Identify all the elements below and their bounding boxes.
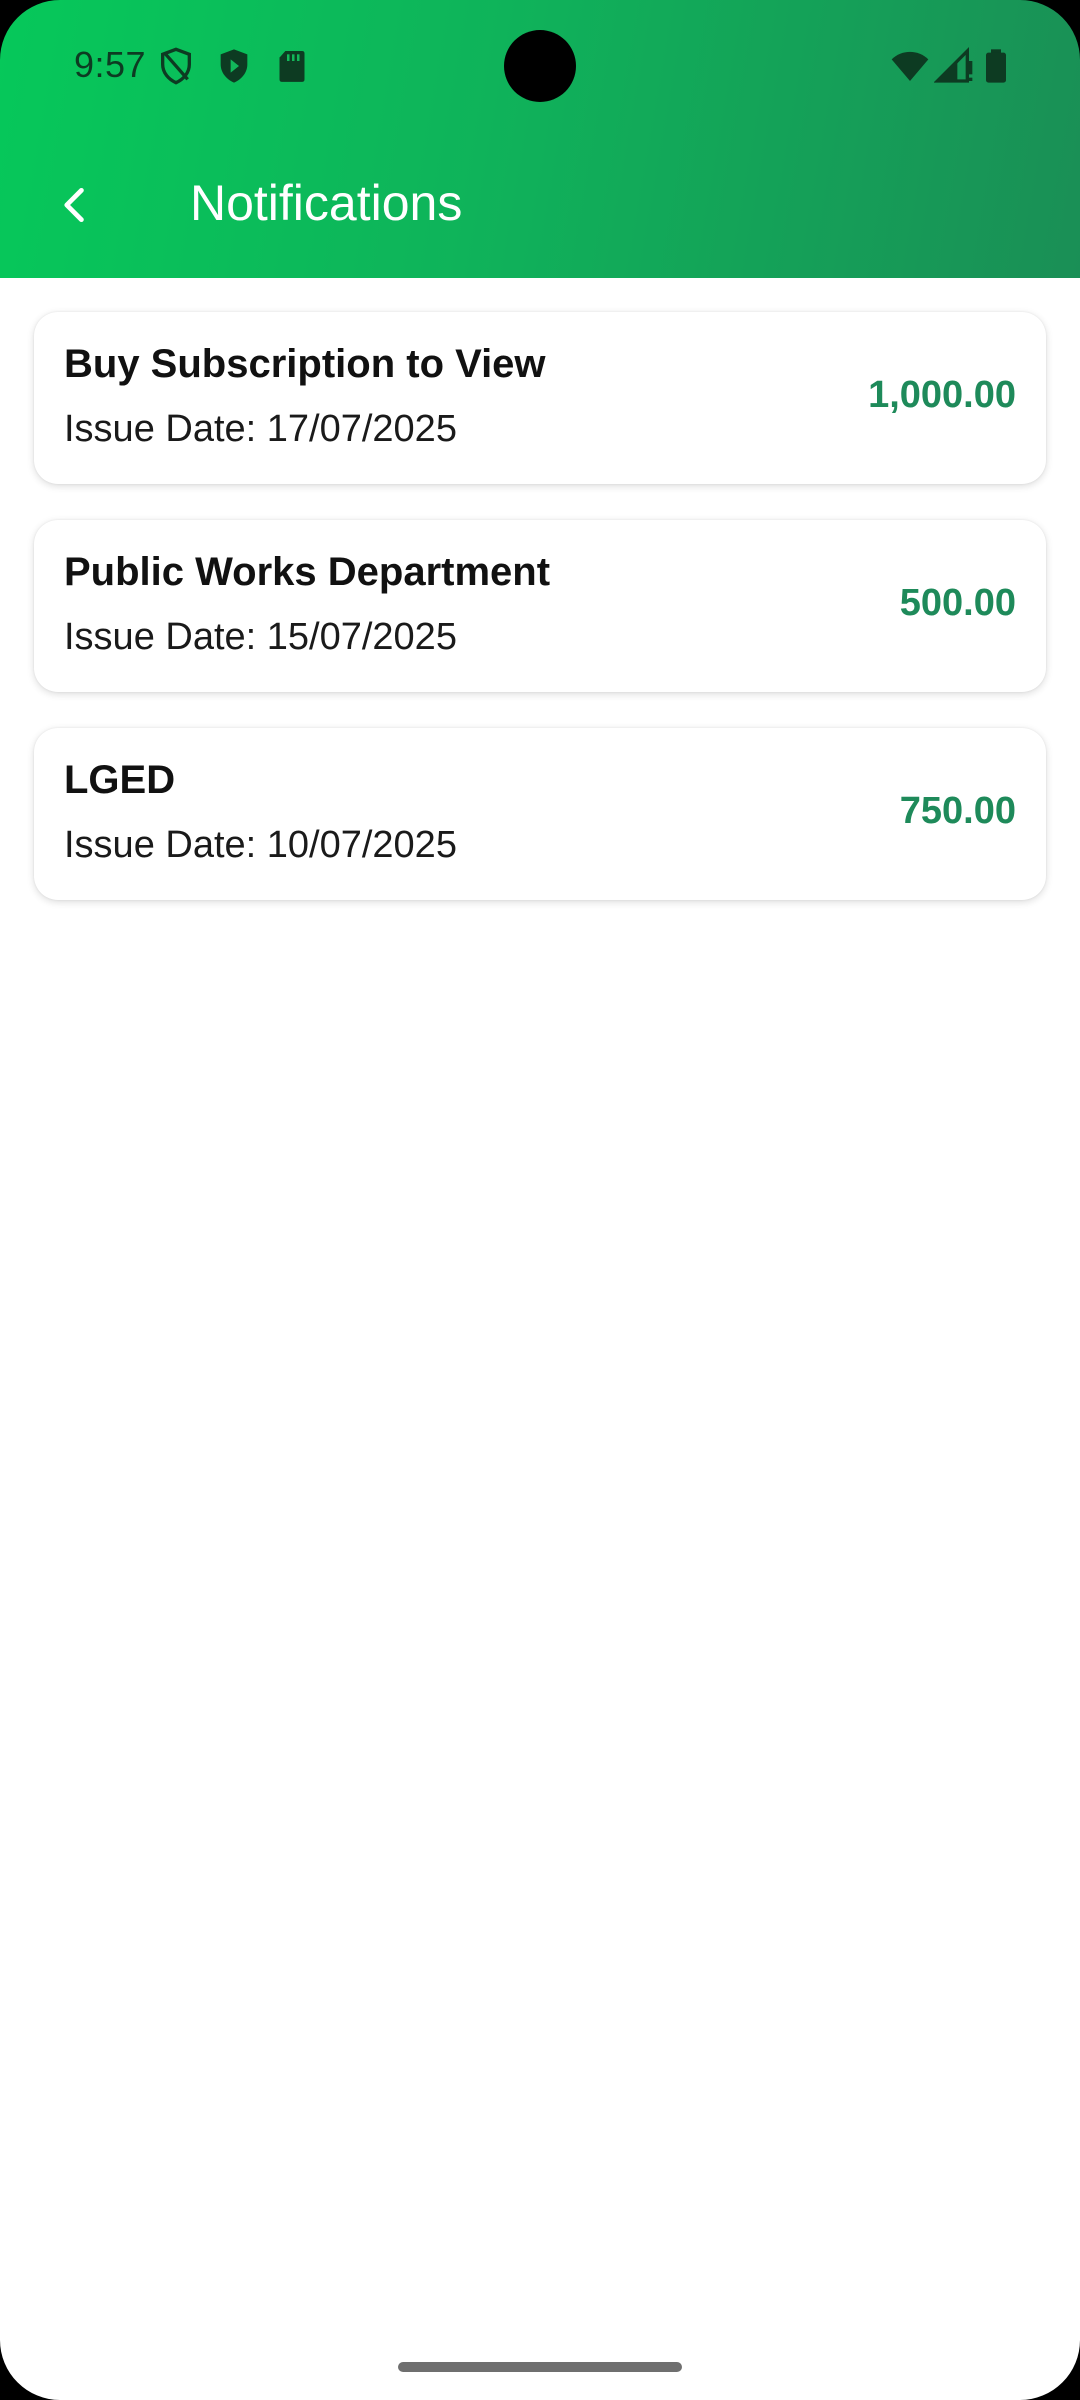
camera-cutout — [504, 30, 576, 102]
status-bar: 9:57 — [0, 0, 1080, 130]
screen-corner — [1020, 2340, 1080, 2400]
cell-signal-icon — [934, 46, 973, 83]
notification-amount: 750.00 — [899, 790, 1016, 832]
screen-corner — [0, 2340, 60, 2400]
notification-date: Issue Date: 17/07/2025 — [64, 408, 457, 450]
screen-corner — [1020, 0, 1080, 60]
screen-corner — [0, 0, 60, 60]
screen: 9:57 Notifications Buy Subscription to V… — [0, 0, 1080, 2400]
notification-card[interactable]: LGED Issue Date: 10/07/2025 750.00 — [34, 728, 1046, 900]
header: 9:57 Notifications — [0, 0, 1080, 278]
app-bar: Notifications — [0, 150, 1080, 260]
sd-card-icon — [279, 51, 305, 82]
page-title: Notifications — [190, 175, 463, 231]
back-button[interactable] — [40, 170, 110, 240]
play-shield-icon — [220, 49, 248, 83]
battery-icon — [986, 49, 1006, 83]
notification-card[interactable]: Buy Subscription to View Issue Date: 17/… — [34, 312, 1046, 484]
notification-amount: 500.00 — [899, 582, 1016, 624]
notification-title: Public Works Department — [64, 550, 551, 594]
wifi-icon — [891, 51, 929, 81]
shield-outline-icon — [161, 47, 191, 85]
notification-amount: 1,000.00 — [868, 374, 1016, 416]
notification-title: Buy Subscription to View — [64, 342, 546, 386]
notification-date: Issue Date: 15/07/2025 — [64, 616, 457, 658]
notification-date: Issue Date: 10/07/2025 — [64, 824, 457, 866]
notification-card[interactable]: Public Works Department Issue Date: 15/0… — [34, 520, 1046, 692]
home-indicator[interactable] — [398, 2362, 682, 2372]
notification-title: LGED — [64, 758, 176, 802]
status-time: 9:57 — [74, 44, 147, 85]
notification-list: Buy Subscription to View Issue Date: 17/… — [34, 312, 1046, 936]
chevron-left-icon — [64, 187, 84, 223]
